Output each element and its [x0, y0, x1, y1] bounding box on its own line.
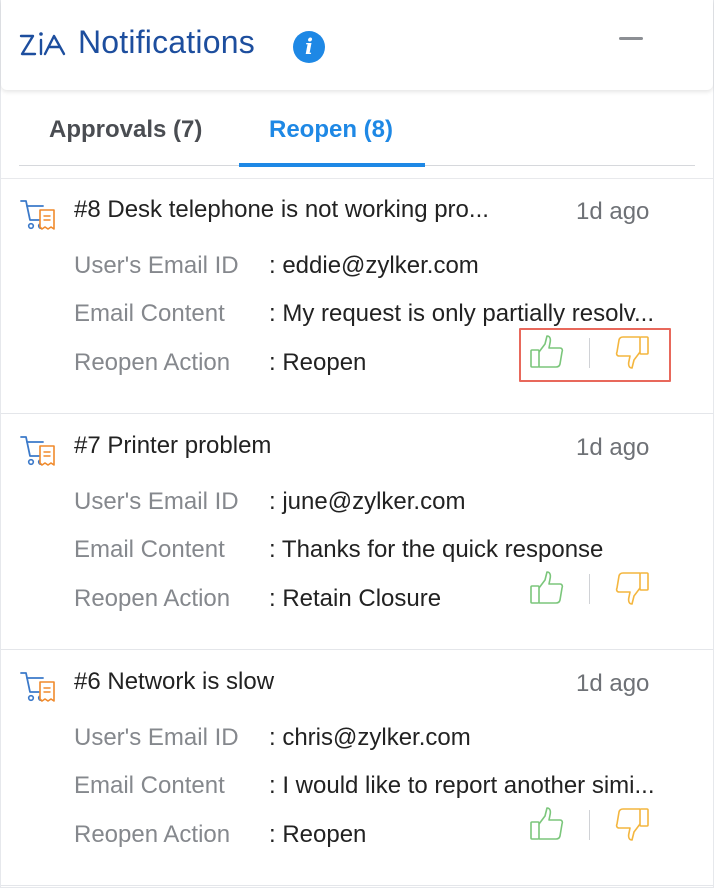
thumbs-down-icon[interactable]	[613, 333, 651, 371]
notifications-panel: Notifications i Approvals (7) Reopen (8)…	[0, 0, 714, 888]
notification-item[interactable]: #7 Printer problem 1d ago User's Email I…	[1, 414, 713, 650]
content-value: : Thanks for the quick response	[269, 536, 604, 563]
email-label: User's Email ID	[74, 724, 239, 751]
item-divider	[1, 885, 713, 886]
timestamp: 1d ago	[576, 434, 650, 461]
email-label: User's Email ID	[74, 488, 239, 515]
page-title: Notifications	[78, 24, 255, 60]
notification-title[interactable]: #8 Desk telephone is not working pro...	[74, 196, 534, 224]
tab-bar: Approvals (7) Reopen (8)	[19, 100, 699, 168]
action-separator	[589, 810, 590, 840]
action-separator	[589, 338, 590, 368]
notification-item[interactable]: #6 Network is slow 1d ago User's Email I…	[1, 650, 713, 886]
email-value: : eddie@zylker.com	[269, 252, 479, 279]
email-value: : june@zylker.com	[269, 488, 466, 515]
content-value: : I would like to report another simi...	[269, 772, 655, 799]
action-label: Reopen Action	[74, 349, 231, 376]
panel-header: Notifications i	[1, 0, 713, 90]
thumbs-up-icon[interactable]	[528, 333, 566, 371]
action-label: Reopen Action	[74, 821, 231, 848]
email-label: User's Email ID	[74, 252, 239, 279]
email-value: : chris@zylker.com	[269, 724, 471, 751]
minimize-icon[interactable]	[619, 37, 643, 40]
thumbs-down-icon[interactable]	[613, 569, 651, 607]
content-label: Email Content	[74, 772, 225, 799]
zia-logo-icon	[19, 32, 66, 56]
thumbs-up-icon[interactable]	[528, 805, 566, 843]
tab-reopen[interactable]: Reopen (8)	[269, 116, 393, 144]
content-label: Email Content	[74, 300, 225, 327]
action-separator	[589, 574, 590, 604]
content-label: Email Content	[74, 536, 225, 563]
cart-ticket-icon	[20, 200, 55, 230]
thumbs-down-icon[interactable]	[613, 805, 651, 843]
tab-approvals[interactable]: Approvals (7)	[49, 116, 202, 144]
action-label: Reopen Action	[74, 585, 231, 612]
cart-ticket-icon	[20, 672, 55, 702]
timestamp: 1d ago	[576, 670, 650, 697]
thumbs-up-icon[interactable]	[528, 569, 566, 607]
cart-ticket-icon	[20, 436, 55, 466]
active-tab-indicator	[239, 163, 425, 167]
notification-title[interactable]: #6 Network is slow	[74, 668, 534, 696]
notification-item[interactable]: #8 Desk telephone is not working pro... …	[1, 178, 713, 414]
timestamp: 1d ago	[576, 198, 650, 225]
notification-title[interactable]: #7 Printer problem	[74, 432, 534, 460]
info-icon[interactable]: i	[293, 31, 325, 63]
content-value: : My request is only partially resolv...	[269, 300, 655, 327]
